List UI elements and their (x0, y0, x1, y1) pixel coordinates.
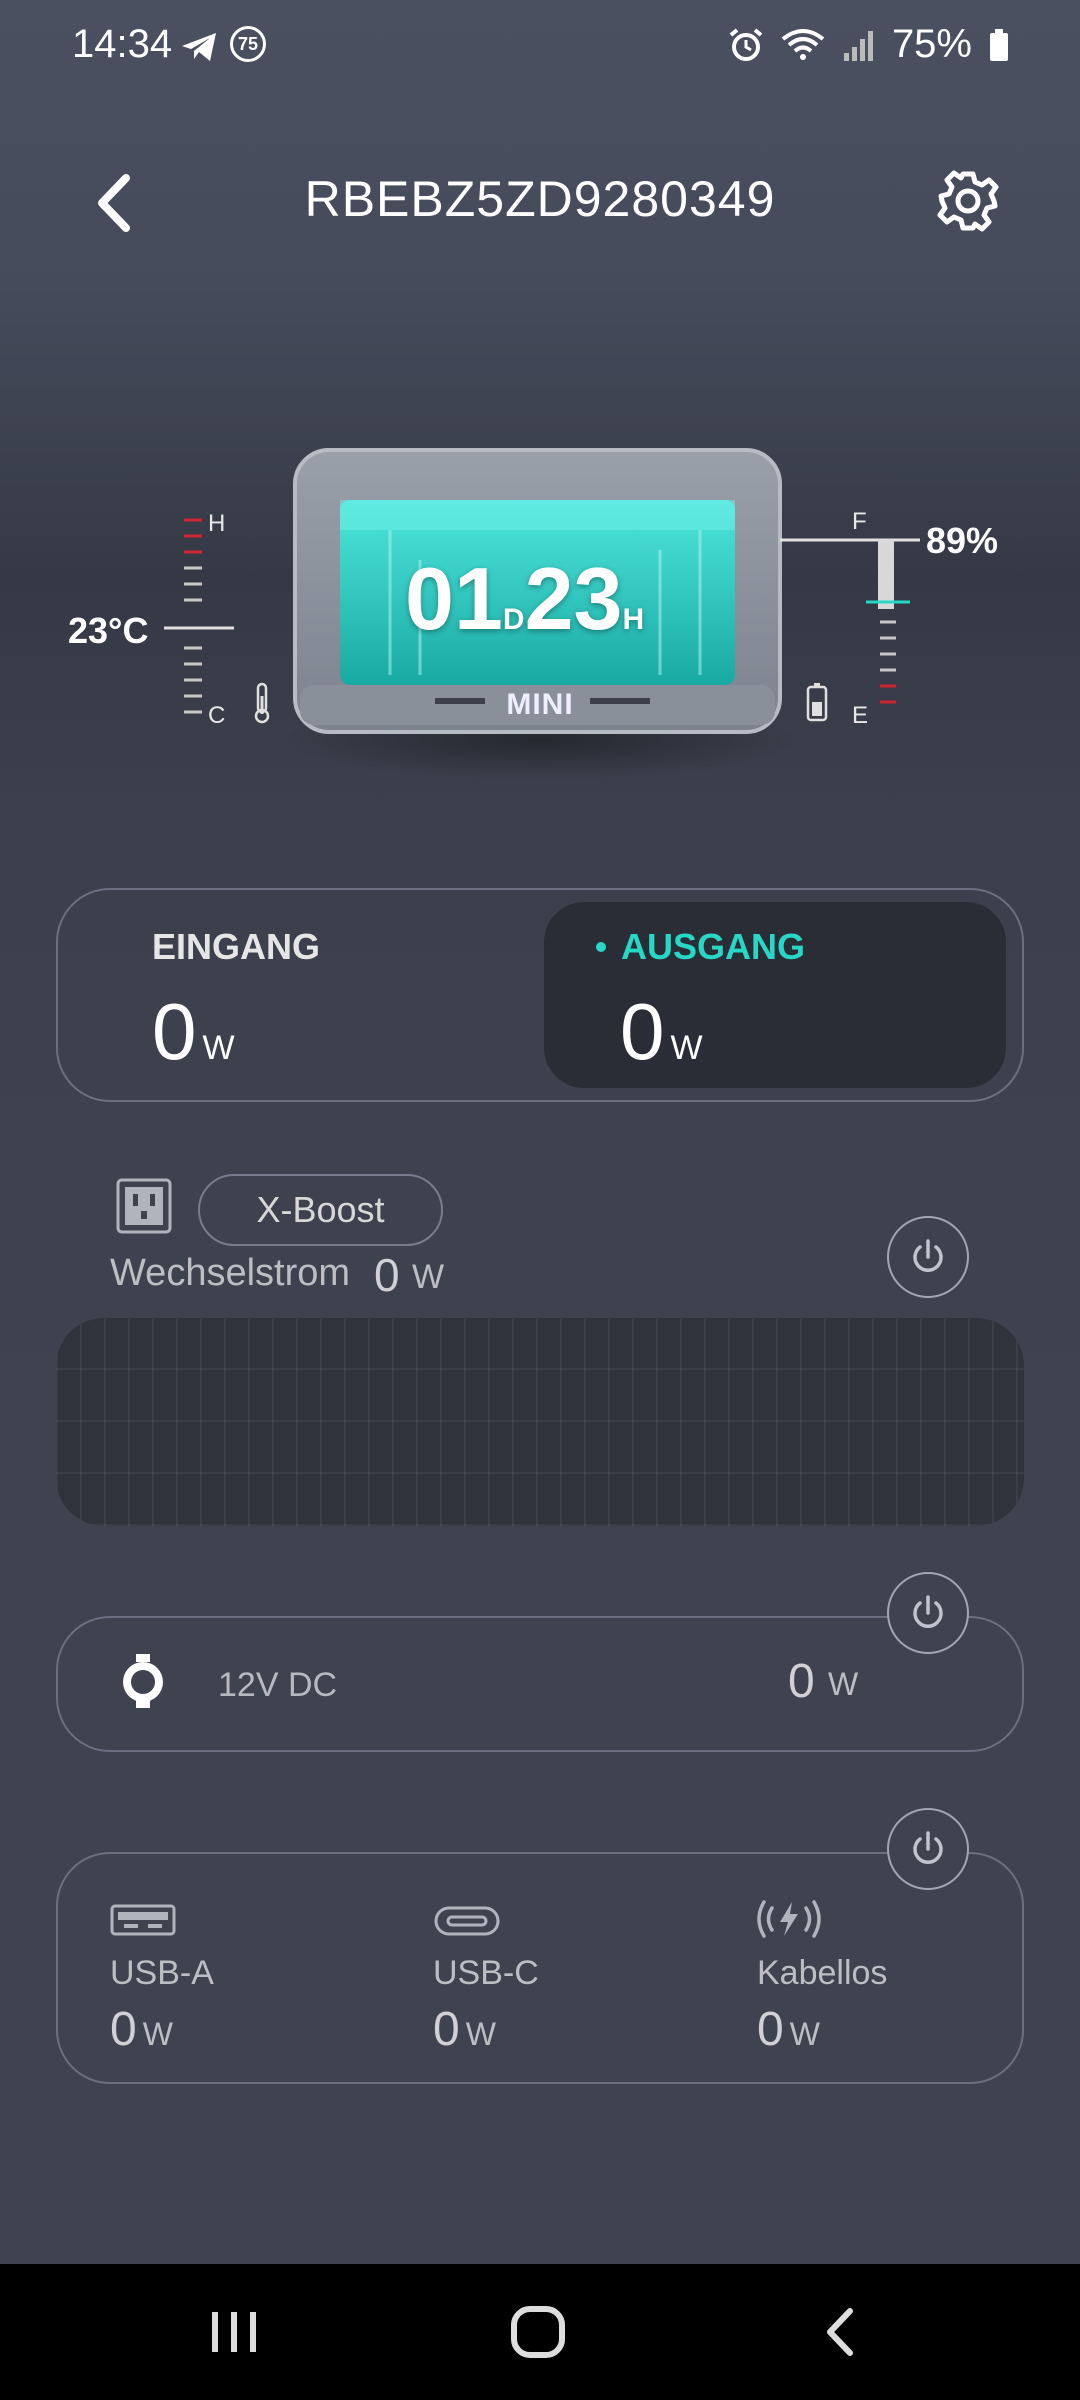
status-time: 14:34 (72, 22, 173, 66)
notification-count-icon: 75 (230, 26, 266, 62)
dc-value: 0 (788, 1655, 815, 1708)
input-unit: W (202, 1029, 235, 1067)
settings-button[interactable] (935, 168, 1001, 234)
runtime-hours-unit: H (622, 603, 645, 636)
input-reading: 0 W (152, 986, 235, 1078)
runtime-display: 01D23H (405, 548, 644, 650)
dc-card (56, 1616, 1024, 1752)
usb-c-icon (434, 1906, 500, 1936)
device-model-label: MINI (506, 688, 574, 721)
telegram-icon (182, 33, 216, 61)
xboost-button[interactable]: X-Boost (198, 1174, 443, 1246)
page-title: RBEBZ5ZD9280349 (304, 171, 776, 227)
wireless-label: Kabellos (757, 1954, 888, 1992)
usb-power-button[interactable] (887, 1808, 969, 1890)
ac-output-graph (56, 1318, 1024, 1526)
usb-c-value: 0 (433, 2003, 460, 2056)
wireless-reading: 0 W (757, 2002, 820, 2057)
output-unit: W (670, 1029, 703, 1067)
back-nav-button[interactable] (818, 2306, 862, 2358)
temperature-gauge (164, 518, 234, 714)
battery-gauge (780, 538, 920, 704)
runtime-days: 01 (405, 549, 503, 648)
output-reading: 0 W (620, 986, 703, 1078)
power-icon (913, 1239, 943, 1272)
dc-label: 12V DC (218, 1666, 338, 1704)
ac-value: 0 (374, 1249, 400, 1301)
wifi-icon (781, 28, 825, 60)
status-bar: 14:34 75 75% (0, 0, 1080, 90)
input-value: 0 (152, 987, 197, 1076)
usb-a-value: 0 (110, 2003, 137, 2056)
wireless-value: 0 (757, 2003, 784, 2056)
runtime-hours: 23 (524, 549, 623, 648)
temperature-value: 23°C (68, 610, 149, 651)
alarm-icon (729, 27, 763, 61)
thermometer-icon (254, 682, 270, 724)
battery-percent: 75% (891, 22, 972, 66)
temp-low-label: C (208, 702, 226, 729)
recent-apps-button[interactable] (206, 2306, 262, 2356)
wireless-unit: W (789, 2016, 820, 2052)
usb-c-reading: 0 W (433, 2002, 496, 2057)
status-right: 75% (728, 22, 1010, 67)
usb-a-unit: W (142, 2016, 173, 2052)
usb-c-unit: W (465, 2016, 496, 2052)
output-active-dot (596, 942, 606, 952)
power-icon (913, 1831, 943, 1864)
battery-small-icon (806, 683, 828, 722)
ac-outlet-icon (116, 1178, 172, 1234)
usb-a-label: USB-A (110, 1954, 214, 1992)
input-label: EINGANG (152, 926, 321, 967)
ac-unit: W (412, 1258, 445, 1296)
power-icon (913, 1595, 943, 1628)
system-nav-bar (0, 2264, 1080, 2400)
runtime-days-unit: D (502, 603, 525, 636)
home-button[interactable] (508, 2304, 568, 2360)
usb-a-reading: 0 W (110, 2002, 173, 2057)
ac-label: Wechselstrom (110, 1252, 351, 1294)
battery-icon (990, 28, 1008, 61)
battery-empty-label: E (852, 702, 869, 729)
signal-icon (843, 30, 873, 61)
output-value: 0 (620, 987, 665, 1076)
temp-high-label: H (208, 510, 226, 537)
output-label: AUSGANG (621, 926, 806, 967)
wireless-charging-icon (757, 1900, 821, 1938)
ac-power-button[interactable] (887, 1216, 969, 1298)
dc-unit: W (828, 1666, 859, 1702)
gear-icon (937, 170, 999, 232)
dc-power-button[interactable] (887, 1572, 969, 1654)
dc-port-icon (118, 1654, 168, 1708)
battery-level-value: 89% (926, 520, 999, 561)
usb-c-label: USB-C (433, 1954, 539, 1992)
usb-a-icon (110, 1904, 176, 1936)
battery-full-label: F (852, 508, 867, 535)
